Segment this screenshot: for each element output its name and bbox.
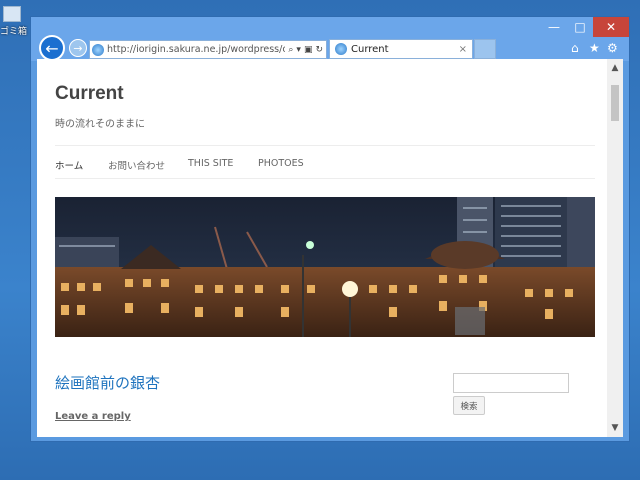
scroll-down-arrow-icon[interactable]: ▼	[607, 423, 623, 433]
new-tab-button[interactable]	[474, 39, 496, 59]
address-url[interactable]: http://iorigin.sakura.ne.jp/wordpress/cu	[107, 44, 285, 55]
forward-button[interactable]: →	[69, 39, 87, 57]
recycle-bin-desktop-icon[interactable]: ゴミ箱	[0, 6, 28, 37]
minimize-button[interactable]: —	[541, 17, 567, 37]
refresh-icon[interactable]: ↻	[315, 45, 323, 55]
close-tab-button[interactable]: ×	[459, 44, 472, 55]
tab-title: Current	[351, 43, 389, 55]
search-button[interactable]: 検索	[453, 396, 485, 415]
nav-item-photoes[interactable]: PHOTOES	[258, 158, 304, 169]
favorites-star-icon[interactable]: ★	[589, 41, 600, 55]
back-button[interactable]: ←	[39, 35, 65, 61]
gear-icon[interactable]: ⚙	[607, 41, 618, 55]
tab-favicon-icon	[335, 43, 347, 55]
browser-window: — □ ✕ ← → http://iorigin.sakura.ne.jp/wo…	[30, 16, 630, 442]
recycle-bin-icon	[3, 6, 21, 22]
home-icon[interactable]: ⌂	[571, 41, 579, 55]
scroll-up-arrow-icon[interactable]: ▲	[607, 63, 623, 73]
vertical-scrollbar[interactable]: ▲ ▼	[607, 59, 623, 437]
desktop-icon-label: ゴミ箱	[0, 27, 28, 37]
scrollbar-thumb[interactable]	[611, 85, 619, 121]
tokyo-station-night-photo	[55, 197, 595, 337]
close-window-button[interactable]: ✕	[593, 17, 629, 37]
page-content: Current 時の流れそのままに ホーム お問い合わせ THIS SITE P…	[37, 59, 607, 437]
nav-item-contact[interactable]: お問い合わせ	[108, 158, 165, 172]
main-navigation: ホーム お問い合わせ THIS SITE PHOTOES	[55, 145, 595, 179]
address-tools: ⌕ ▾ ▣ ↻	[285, 45, 326, 55]
address-bar[interactable]: http://iorigin.sakura.ne.jp/wordpress/cu…	[89, 40, 327, 59]
search-input[interactable]	[453, 373, 569, 393]
nav-item-home[interactable]: ホーム	[55, 158, 83, 172]
maximize-button[interactable]: □	[567, 17, 593, 37]
site-description: 時の流れそのままに	[55, 119, 145, 130]
compatibility-view-icon[interactable]: ▣	[304, 45, 313, 55]
nav-item-this-site[interactable]: THIS SITE	[188, 158, 233, 169]
header-image	[55, 197, 595, 337]
search-icon[interactable]: ⌕	[288, 45, 293, 55]
browser-tab[interactable]: Current ×	[329, 39, 473, 59]
site-favicon-icon	[92, 43, 104, 56]
post-title[interactable]: 絵画館前の銀杏	[55, 372, 160, 393]
leave-reply-link[interactable]: Leave a reply	[55, 411, 131, 422]
site-title[interactable]: Current	[55, 83, 124, 105]
dropdown-arrow-icon[interactable]: ▾	[296, 45, 301, 55]
